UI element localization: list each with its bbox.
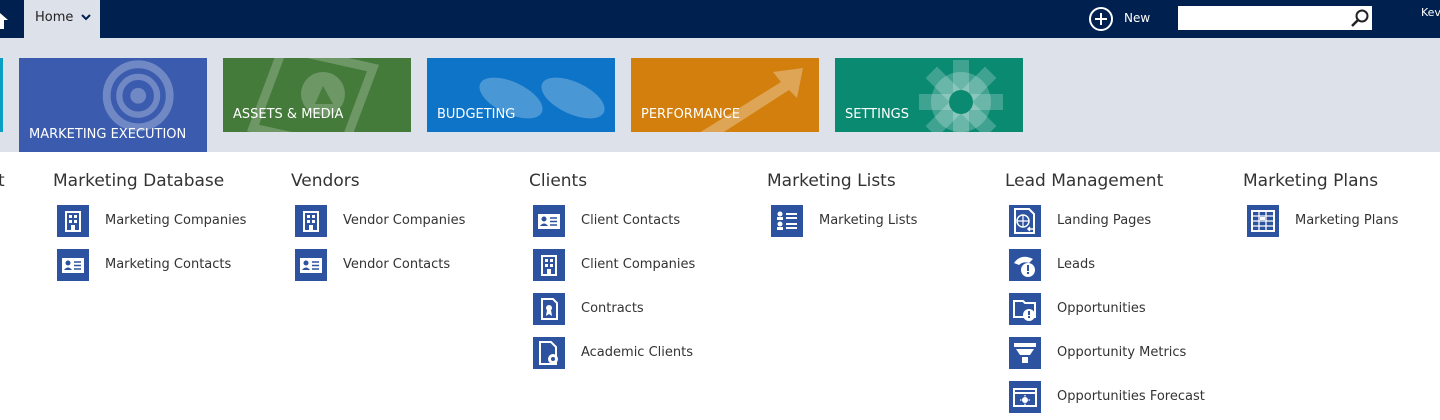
group-title: Marketing Lists [767,171,896,191]
tile-edge-partial[interactable] [0,58,3,132]
group-marketing-database: Marketing Database [53,171,224,191]
area-tile-band: MARKETING EXECUTION ASSETS & MEDIA BUDGE… [0,38,1440,152]
document-gear-icon [533,337,565,369]
tile-budgeting[interactable]: BUDGETING [427,58,615,132]
home-tab[interactable]: Home [24,0,100,38]
new-button-label: New [1124,11,1151,25]
tile-reflection [223,132,411,152]
group-title: Marketing Database [53,171,225,191]
calendar-plan-icon [1247,205,1279,237]
tile-label: SETTINGS [845,107,910,122]
funnel-icon [1009,337,1041,369]
people-list-icon [771,205,803,237]
search-input[interactable] [1178,6,1372,30]
forecast-icon [1009,381,1041,413]
contract-icon [533,293,565,325]
group-title: Vendors [291,171,360,191]
contact-card-icon [57,249,89,281]
tile-marketing-execution[interactable]: MARKETING EXECUTION [19,58,207,152]
home-tab-label: Home [35,10,74,25]
menu-item-label: Marketing Lists [819,213,918,228]
phone-alert-icon [1009,249,1041,281]
tile-label: MARKETING EXECUTION [29,127,187,142]
tile-assets-media[interactable]: ASSETS & MEDIA [223,58,411,132]
group-title: Clients [529,171,588,191]
group-vendors: Vendors [291,171,360,191]
group-title: Marketing Plans [1243,171,1379,191]
menu-item-label: Client Companies [581,257,696,272]
top-nav-bar: Home New Kev [0,0,1440,38]
menu-item-label: Opportunities Forecast [1057,389,1205,404]
plus-circle-icon [1089,7,1113,31]
contact-card-icon [295,249,327,281]
chevron-down-icon [81,14,91,21]
menu-item-label: Client Contacts [581,213,681,228]
contact-card-icon [533,205,565,237]
menu-item-label: Opportunities [1057,301,1146,316]
menu-item-label: Vendor Contacts [343,257,451,272]
group-title-partial: t [0,171,5,191]
globe-page-icon [1009,205,1041,237]
menu-item-label: Marketing Companies [105,213,247,228]
building-icon [295,205,327,237]
tile-performance[interactable]: PERFORMANCE [631,58,819,132]
tile-label: BUDGETING [437,107,516,122]
tile-label: ASSETS & MEDIA [233,107,344,122]
user-name[interactable]: Kev [1421,6,1440,19]
menu-item-label: Contracts [581,301,644,316]
target-icon [102,60,174,132]
home-icon[interactable] [0,9,12,29]
menu-item-label: Marketing Contacts [105,257,232,272]
menu-item-label: Leads [1057,257,1096,272]
building-icon [57,205,89,237]
group-lead-management: Lead Management [1005,171,1163,191]
group-title: Lead Management [1005,171,1164,191]
menu-item-label: Academic Clients [581,345,693,360]
tile-settings[interactable]: SETTINGS [835,58,1023,132]
menu-item-label: Vendor Companies [343,213,466,228]
menu-item-label: Opportunity Metrics [1057,345,1187,360]
group-clients: Clients [529,171,587,191]
new-button[interactable]: New [1088,6,1160,32]
group-marketing-plans: Marketing Plans [1243,171,1378,191]
menu-item-label: Marketing Plans [1295,213,1399,228]
menu-item-label: Landing Pages [1057,213,1152,228]
search-icon[interactable] [1350,8,1370,28]
folder-alert-icon [1009,293,1041,325]
tile-label: PERFORMANCE [641,107,740,122]
group-marketing-lists: Marketing Lists [767,171,896,191]
building-icon [533,249,565,281]
